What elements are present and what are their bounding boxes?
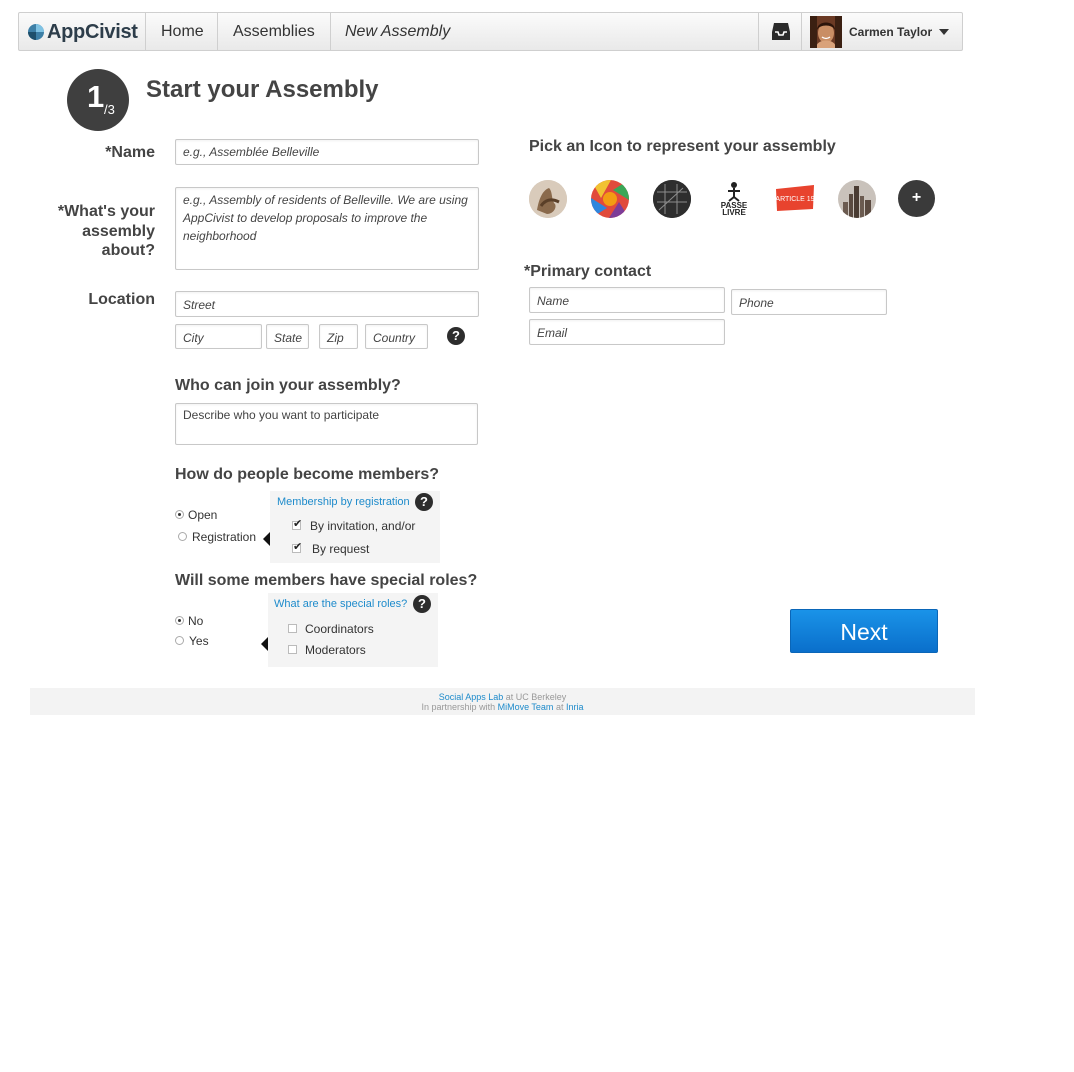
next-button[interactable]: Next <box>790 609 938 653</box>
nav-divider <box>145 13 146 50</box>
article19-text: ARTICLE 19 <box>775 196 814 203</box>
roles-yes-radio[interactable] <box>175 636 184 645</box>
inria-link[interactable]: Inria <box>566 702 584 712</box>
membership-open-radio[interactable] <box>175 510 184 519</box>
step-current: 1 <box>87 79 105 114</box>
about-label: *What's your assembly about? <box>30 202 155 261</box>
join-placeholder: Describe who you want to participate <box>183 408 380 422</box>
state-placeholder: State <box>274 331 303 345</box>
icon-picker-heading: Pick an Icon to represent your assembly <box>529 138 836 155</box>
by-invitation-label: By invitation, and/or <box>310 519 416 533</box>
passe-livre-text: LIVRE <box>722 208 746 217</box>
hands-icon[interactable] <box>529 180 567 218</box>
about-placeholder-line: neighborhood <box>183 229 257 243</box>
mimove-team-link[interactable]: MiMove Team <box>498 702 554 712</box>
membership-registration-radio[interactable] <box>178 532 187 541</box>
footer-text: at <box>553 702 566 712</box>
street-placeholder: Street <box>183 298 216 312</box>
city-placeholder: City <box>183 331 204 345</box>
about-placeholder-line: AppCivist to develop proposals to improv… <box>183 211 428 225</box>
roles-no-label[interactable]: No <box>188 614 203 628</box>
top-navbar: AppCivist Home Assemblies New Assembly C… <box>18 12 963 51</box>
zip-placeholder: Zip <box>327 331 344 345</box>
by-request-label: By request <box>312 542 370 556</box>
page-title: Start your Assembly <box>146 76 379 103</box>
footer: Social Apps Lab at UC Berkeley In partne… <box>30 688 975 715</box>
name-placeholder: e.g., Assemblée Belleville <box>183 145 320 159</box>
roles-help-icon[interactable]: ? <box>413 595 431 613</box>
inbox-icon[interactable] <box>771 22 791 46</box>
dark-map-icon[interactable] <box>653 180 691 218</box>
about-label-line: assembly <box>82 222 155 240</box>
footer-text: at UC Berkeley <box>503 692 567 702</box>
by-invitation-checkbox[interactable] <box>292 521 302 530</box>
popover-pointer <box>261 637 268 651</box>
about-label-line: *What's your <box>57 203 155 220</box>
membership-popover: Membership by registration ? By invitati… <box>270 491 440 563</box>
roles-popover: What are the special roles? ? Coordinato… <box>268 593 438 667</box>
membership-popover-title: Membership by registration <box>277 496 410 508</box>
state-input[interactable]: State <box>266 324 309 349</box>
street-input[interactable]: Street <box>175 291 479 317</box>
roles-no-radio[interactable] <box>175 616 184 625</box>
name-input[interactable]: e.g., Assemblée Belleville <box>175 139 479 165</box>
social-apps-lab-link[interactable]: Social Apps Lab <box>439 692 504 702</box>
article19-icon[interactable]: ARTICLE 19 <box>775 180 815 218</box>
contact-email-placeholder: Email <box>537 326 568 340</box>
contact-phone-input[interactable]: Phone <box>731 289 887 315</box>
membership-heading: How do people become members? <box>175 466 440 483</box>
contact-email-input[interactable]: Email <box>529 319 725 345</box>
nav-assemblies[interactable]: Assemblies <box>233 13 315 50</box>
nav-home[interactable]: Home <box>161 13 204 50</box>
primary-contact-heading: *Primary contact <box>524 263 652 280</box>
add-icon-button[interactable]: + <box>898 180 935 217</box>
appcivist-logo[interactable]: AppCivist <box>27 15 138 49</box>
logo-icon <box>28 24 44 40</box>
nav-new-assembly[interactable]: New Assembly <box>345 13 450 50</box>
location-label: Location <box>88 291 155 308</box>
city-input[interactable]: City <box>175 324 262 349</box>
about-textarea[interactable]: e.g., Assembly of residents of Bellevill… <box>175 187 479 270</box>
about-label-line: about? <box>101 242 155 259</box>
join-textarea[interactable]: Describe who you want to participate <box>175 403 478 445</box>
membership-registration-label[interactable]: Registration <box>192 530 256 544</box>
colorful-pattern-icon[interactable] <box>591 180 629 218</box>
footer-line-1: Social Apps Lab at UC Berkeley <box>30 688 975 702</box>
avatar[interactable] <box>810 16 842 48</box>
footer-text: In partnership with <box>421 702 498 712</box>
country-placeholder: Country <box>373 331 416 345</box>
roles-popover-title: What are the special roles? <box>274 598 408 610</box>
location-help-icon[interactable]: ? <box>447 327 465 345</box>
step-indicator: 1 /3 <box>67 69 129 131</box>
membership-open-label[interactable]: Open <box>188 508 217 522</box>
nav-divider <box>330 13 331 50</box>
roles-yes-label[interactable]: Yes <box>189 634 209 648</box>
membership-help-icon[interactable]: ? <box>415 493 433 511</box>
moderators-label: Moderators <box>305 643 366 657</box>
coordinators-checkbox[interactable] <box>288 624 297 633</box>
chevron-down-icon[interactable] <box>939 29 949 35</box>
city-skyline-icon[interactable] <box>838 180 876 218</box>
footer-line-2: In partnership with MiMove Team at Inria <box>30 702 975 712</box>
about-placeholder-line: e.g., Assembly of residents of Bellevill… <box>183 193 468 207</box>
passe-livre-icon[interactable]: PASSE LIVRE <box>715 180 753 218</box>
coordinators-label: Coordinators <box>305 622 374 636</box>
logo-text: AppCivist <box>47 20 138 43</box>
by-request-checkbox[interactable] <box>292 544 302 553</box>
popover-pointer <box>263 532 270 546</box>
nav-divider <box>758 13 759 50</box>
moderators-checkbox[interactable] <box>288 645 297 654</box>
contact-name-placeholder: Name <box>537 294 570 308</box>
step-total: /3 <box>104 102 115 117</box>
nav-divider <box>801 13 802 50</box>
join-heading: Who can join your assembly? <box>175 377 401 394</box>
contact-name-input[interactable]: Name <box>529 287 725 313</box>
zip-input[interactable]: Zip <box>319 324 358 349</box>
roles-heading: Will some members have special roles? <box>175 572 478 589</box>
name-label: *Name <box>105 144 155 161</box>
username[interactable]: Carmen Taylor <box>849 25 932 39</box>
nav-divider <box>217 13 218 50</box>
country-input[interactable]: Country <box>365 324 428 349</box>
contact-phone-placeholder: Phone <box>739 296 774 310</box>
